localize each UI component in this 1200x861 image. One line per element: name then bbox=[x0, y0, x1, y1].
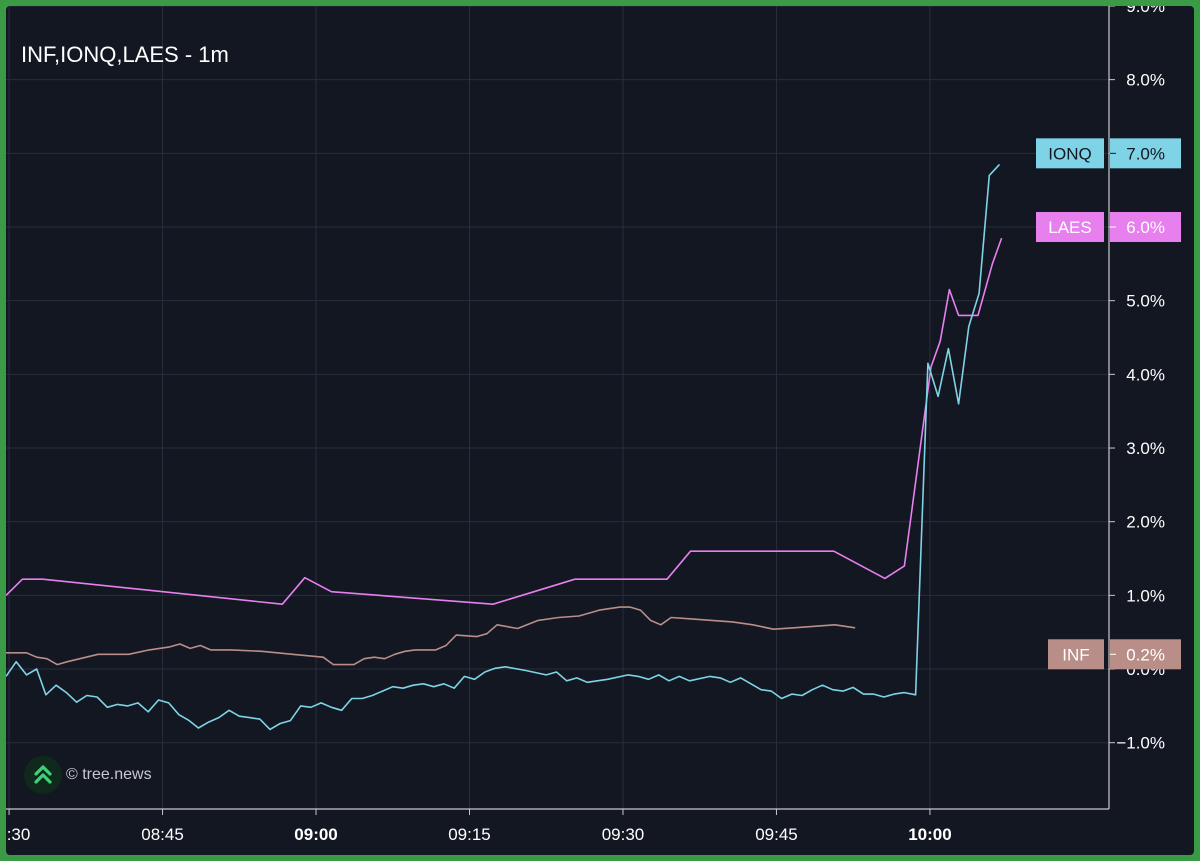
chart-title: INF,IONQ,LAES - 1m bbox=[21, 42, 229, 67]
series-value-label: 6.0% bbox=[1126, 218, 1165, 237]
x-tick-label: 09:15 bbox=[448, 825, 491, 844]
y-tick-label: −1.0% bbox=[1116, 734, 1165, 753]
price-label-inf: INF 0.2% bbox=[1048, 639, 1181, 670]
y-tick-label: 3.0% bbox=[1126, 439, 1165, 458]
y-tick-label: 4.0% bbox=[1126, 365, 1165, 384]
series-line-inf bbox=[6, 606, 856, 666]
x-tick-label: 10:00 bbox=[908, 825, 951, 844]
x-tick-label: 08:45 bbox=[141, 825, 184, 844]
series-name-label: IONQ bbox=[1048, 144, 1091, 163]
tree-news-logo-icon bbox=[24, 756, 62, 794]
x-tick-label: 09:30 bbox=[602, 825, 645, 844]
series-line-ionq bbox=[6, 163, 1001, 731]
watermark-text: © tree.news bbox=[66, 766, 152, 783]
watermark: © tree.news bbox=[24, 756, 152, 794]
y-tick-label: 2.0% bbox=[1126, 513, 1165, 532]
chart-canvas[interactable]: 9.0%8.0%7.0%6.0%5.0%4.0%3.0%2.0%1.0%0.0%… bbox=[6, 6, 1194, 855]
y-tick-label: 5.0% bbox=[1126, 292, 1165, 311]
grid-layer bbox=[6, 6, 1109, 809]
series-line-laes bbox=[6, 237, 1003, 605]
series-value-label: 7.0% bbox=[1126, 144, 1165, 163]
series-name-label: LAES bbox=[1048, 218, 1091, 237]
series-value-label: 0.2% bbox=[1126, 645, 1165, 664]
series-layer bbox=[6, 163, 1003, 731]
y-tick-label: 1.0% bbox=[1126, 586, 1165, 605]
x-tick-label: 09:00 bbox=[294, 825, 337, 844]
x-tick-label: 09:45 bbox=[755, 825, 798, 844]
y-tick-label: 8.0% bbox=[1126, 71, 1165, 90]
axis-layer: 9.0%8.0%7.0%6.0%5.0%4.0%3.0%2.0%1.0%0.0%… bbox=[6, 6, 1165, 844]
series-name-label: INF bbox=[1062, 645, 1089, 664]
y-tick-label: 9.0% bbox=[1126, 6, 1165, 16]
x-tick-label: 08:30 bbox=[6, 825, 30, 844]
chart-frame: 9.0%8.0%7.0%6.0%5.0%4.0%3.0%2.0%1.0%0.0%… bbox=[6, 6, 1194, 855]
